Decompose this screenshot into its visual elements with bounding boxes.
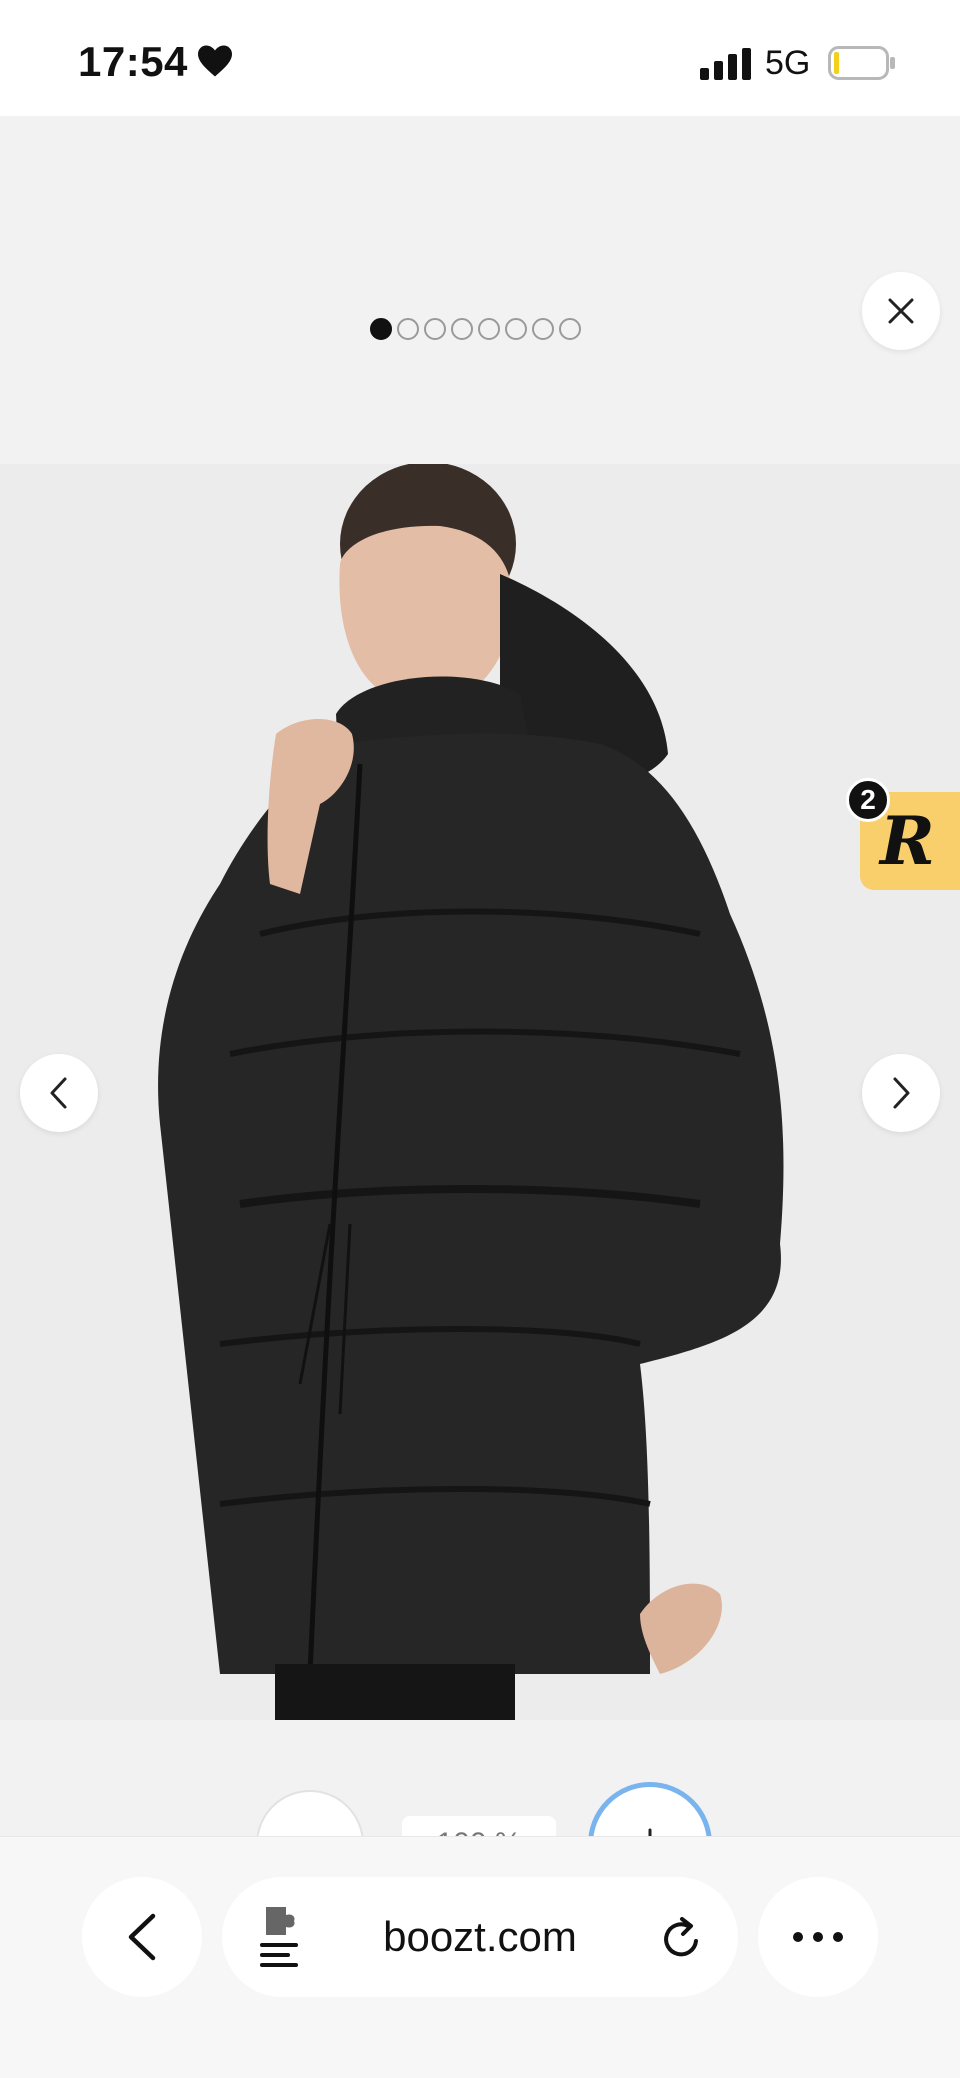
signal-bars-icon [700, 48, 751, 80]
more-options-button[interactable] [758, 1877, 878, 1997]
gallery-dot[interactable] [451, 318, 473, 340]
status-bar: 17:54 5G [0, 0, 960, 116]
extension-reader-icon [260, 1907, 298, 1967]
network-type: 5G [765, 44, 811, 82]
previous-image-button[interactable] [20, 1054, 98, 1132]
chevron-left-icon [128, 1913, 156, 1961]
gallery-dot[interactable] [370, 318, 392, 340]
rewards-count-badge: 2 [846, 778, 890, 822]
close-icon [888, 298, 914, 324]
gallery-dot[interactable] [505, 318, 527, 340]
url-text: boozt.com [383, 1913, 577, 1960]
more-dots-icon [793, 1932, 843, 1942]
model-in-black-puffer-coat-image [0, 464, 960, 1720]
status-time: 17:54 [78, 38, 188, 85]
gallery-dot[interactable] [397, 318, 419, 340]
rewards-logo-letter: R [880, 802, 935, 880]
gallery-dot[interactable] [478, 318, 500, 340]
gallery-pagination-dots [370, 318, 581, 340]
next-image-button[interactable] [862, 1054, 940, 1132]
close-button[interactable] [862, 272, 940, 350]
heart-icon [198, 45, 232, 77]
product-photo[interactable] [0, 464, 960, 1720]
reload-icon[interactable] [658, 1915, 706, 1963]
gallery-dot[interactable] [424, 318, 446, 340]
image-viewer-page: 17:54 5G R 2 boozt.com [0, 0, 960, 2078]
image-gallery: R 2 100 % [0, 116, 960, 1906]
address-bar[interactable]: boozt.com [222, 1877, 738, 1997]
browser-toolbar: boozt.com [0, 1836, 960, 2078]
gallery-dot[interactable] [559, 318, 581, 340]
chevron-left-icon [50, 1077, 67, 1109]
battery-low-icon [828, 46, 895, 80]
chevron-right-icon [893, 1077, 910, 1109]
gallery-dot[interactable] [532, 318, 554, 340]
browser-back-button[interactable] [82, 1877, 202, 1997]
